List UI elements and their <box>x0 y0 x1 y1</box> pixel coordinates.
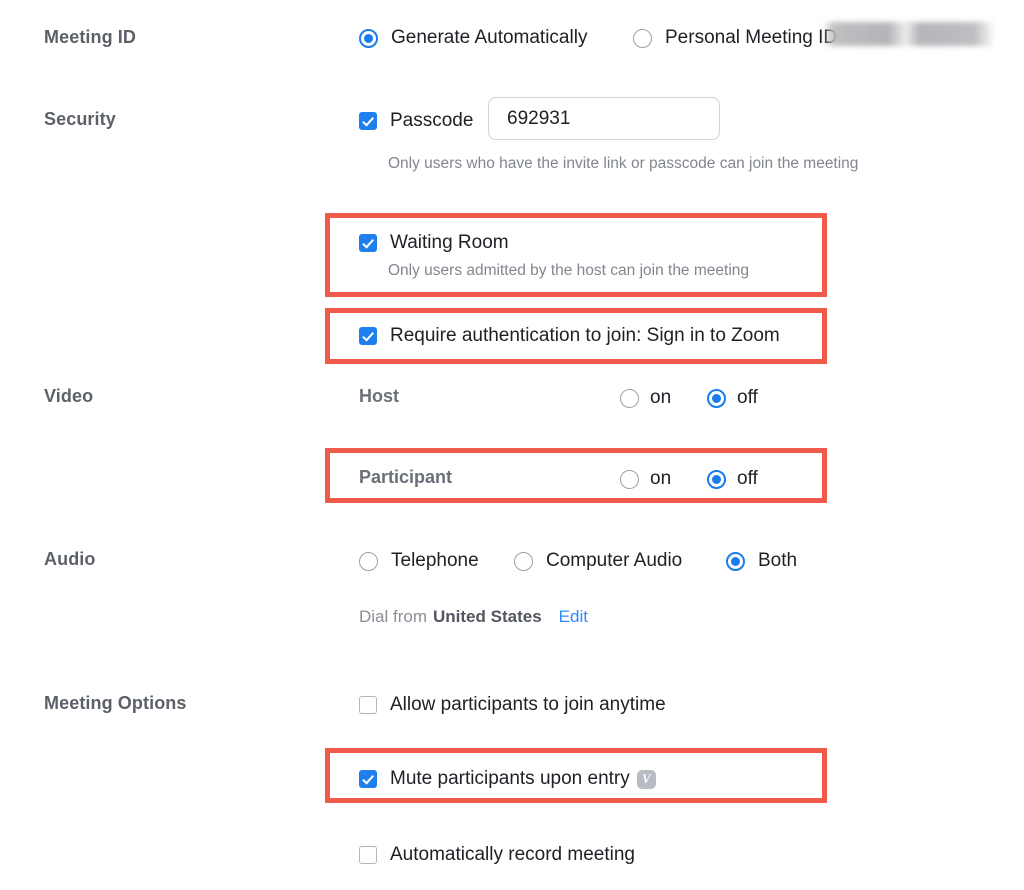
checkbox-require-authentication-icon[interactable] <box>359 327 377 345</box>
passcode-helper-text: Only users who have the invite link or p… <box>388 155 859 172</box>
radio-participant-video-on-icon[interactable] <box>620 469 639 489</box>
section-label-audio: Audio <box>44 549 96 569</box>
checkbox-label-automatically-record: Automatically record meeting <box>390 844 635 865</box>
section-label-meeting-id: Meeting ID <box>44 27 137 47</box>
zoom-meeting-settings-form: Meeting ID Generate Automatically Person… <box>0 0 1024 890</box>
section-label-security: Security <box>44 109 116 129</box>
checkbox-option-allow-join-anytime[interactable]: Allow participants to join anytime <box>359 694 666 716</box>
video-row-label-host: Host <box>359 386 399 406</box>
checkbox-label-require-authentication: Require authentication to join: Sign in … <box>390 325 780 346</box>
radio-option-host-video-on[interactable]: on <box>620 387 671 409</box>
dial-from-row: Dial from United States Edit <box>359 607 588 627</box>
radio-option-personal-meeting-id[interactable]: Personal Meeting ID <box>633 27 837 49</box>
section-label-meeting-options: Meeting Options <box>44 693 187 713</box>
radio-label-host-video-on: on <box>650 387 672 408</box>
checkbox-label-waiting-room: Waiting Room <box>390 232 509 253</box>
radio-option-participant-video-on[interactable]: on <box>620 468 671 490</box>
checkbox-option-passcode[interactable]: Passcode <box>359 110 473 132</box>
radio-option-telephone[interactable]: Telephone <box>359 550 479 572</box>
info-badge-icon[interactable]: V <box>636 769 656 789</box>
radio-participant-video-off-icon[interactable] <box>707 469 726 489</box>
checkbox-option-waiting-room[interactable]: Waiting Room <box>359 232 509 254</box>
radio-option-host-video-off[interactable]: off <box>707 387 758 409</box>
checkbox-option-require-authentication[interactable]: Require authentication to join: Sign in … <box>359 325 780 347</box>
radio-host-video-off-icon[interactable] <box>707 388 726 408</box>
checkbox-mute-participants-icon[interactable] <box>359 770 377 788</box>
radio-label-participant-video-off: off <box>737 468 758 489</box>
radio-generate-automatically-icon[interactable] <box>359 28 378 48</box>
section-label-video: Video <box>44 386 94 406</box>
radio-label-participant-video-on: on <box>650 468 672 489</box>
info-badge-glyph: V <box>642 771 651 786</box>
radio-option-computer-audio[interactable]: Computer Audio <box>514 550 682 572</box>
radio-label-generate-automatically: Generate Automatically <box>391 27 588 48</box>
passcode-input[interactable] <box>488 97 720 140</box>
dial-from-prefix-label: Dial from <box>359 607 428 626</box>
dial-from-country-value: United States <box>433 607 542 626</box>
video-row-label-participant: Participant <box>359 467 453 487</box>
radio-label-both: Both <box>758 550 798 571</box>
checkbox-automatically-record-icon[interactable] <box>359 846 377 864</box>
radio-label-telephone: Telephone <box>391 550 479 571</box>
radio-option-both[interactable]: Both <box>726 550 797 572</box>
radio-computer-audio-icon[interactable] <box>514 551 533 571</box>
highlight-box-waiting-room <box>325 213 827 297</box>
checkbox-allow-join-anytime-icon[interactable] <box>359 696 377 714</box>
checkbox-option-mute-participants[interactable]: Mute participants upon entry V <box>359 768 656 790</box>
checkbox-option-automatically-record[interactable]: Automatically record meeting <box>359 844 635 866</box>
radio-label-host-video-off: off <box>737 387 758 408</box>
radio-host-video-on-icon[interactable] <box>620 388 639 408</box>
waiting-room-helper-text: Only users admitted by the host can join… <box>388 262 750 279</box>
radio-both-icon[interactable] <box>726 551 745 571</box>
personal-meeting-id-redacted-value <box>823 22 995 46</box>
checkbox-label-allow-join-anytime: Allow participants to join anytime <box>390 694 666 715</box>
checkbox-label-passcode: Passcode <box>390 110 474 131</box>
edit-dial-country-link[interactable]: Edit <box>559 607 588 627</box>
radio-personal-meeting-id-icon[interactable] <box>633 28 652 48</box>
radio-label-computer-audio: Computer Audio <box>546 550 683 571</box>
radio-label-personal-meeting-id: Personal Meeting ID <box>665 27 838 48</box>
checkbox-passcode-icon[interactable] <box>359 112 377 130</box>
radio-option-participant-video-off[interactable]: off <box>707 468 758 490</box>
radio-option-generate-automatically[interactable]: Generate Automatically <box>359 27 587 49</box>
checkbox-waiting-room-icon[interactable] <box>359 234 377 252</box>
checkbox-label-mute-participants: Mute participants upon entry <box>390 768 630 789</box>
radio-telephone-icon[interactable] <box>359 551 378 571</box>
